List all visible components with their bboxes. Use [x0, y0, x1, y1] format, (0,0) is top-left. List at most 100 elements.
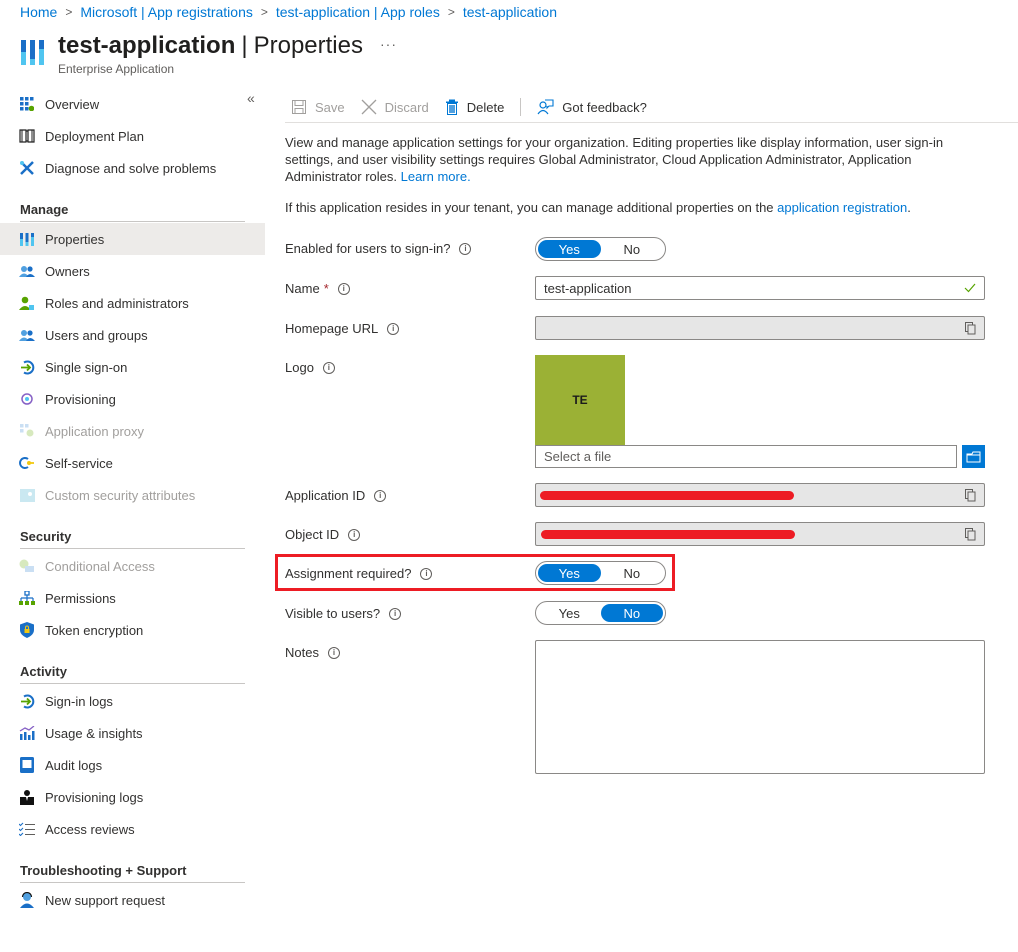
object-id-field[interactable] [535, 522, 985, 546]
sidebar-item-overview[interactable]: Overview [0, 88, 265, 120]
info-icon[interactable]: i [337, 282, 350, 295]
breadcrumb-app[interactable]: test-application [463, 4, 557, 20]
breadcrumb-app-roles[interactable]: test-application | App roles [276, 4, 440, 20]
sidebar-item-label: Permissions [45, 590, 116, 606]
sidebar-item-permissions[interactable]: Permissions [0, 582, 265, 614]
app-registration-link[interactable]: application registration [777, 200, 907, 215]
properties-icon [21, 40, 44, 65]
sidebar-item-label: New support request [45, 892, 165, 908]
sidebar-item-label: Properties [45, 231, 105, 247]
feedback-icon [537, 99, 554, 115]
app-proxy-icon [19, 423, 35, 439]
discard-button[interactable]: Discard [361, 99, 429, 115]
info-icon[interactable]: i [327, 646, 340, 659]
info-icon[interactable]: i [389, 607, 402, 620]
sidebar-item-application-proxy: Application proxy [0, 415, 265, 447]
learn-more-link[interactable]: Learn more. [401, 169, 471, 184]
name-field[interactable]: test-application [535, 276, 985, 300]
sidebar-item-label: Single sign-on [45, 359, 128, 375]
copy-icon[interactable] [965, 321, 976, 335]
sidebar-item-token-encryption[interactable]: Token encryption [0, 614, 265, 646]
sidebar-item-self-service[interactable]: Self-service [0, 447, 265, 479]
copy-icon[interactable] [965, 488, 976, 502]
conditional-access-icon [19, 558, 35, 574]
delete-button[interactable]: Delete [445, 99, 504, 115]
save-icon [291, 99, 307, 115]
sidebar-item-new-support-request[interactable]: New support request [0, 884, 265, 916]
attributes-icon [19, 487, 35, 503]
sidebar-item-deployment-plan[interactable]: Deployment Plan [0, 120, 265, 152]
assignment-yes-option[interactable]: Yes [538, 564, 601, 582]
description-app-registration: If this application resides in your tena… [285, 200, 911, 215]
sidebar-item-label: Diagnose and solve problems [45, 160, 217, 176]
sidebar-item-label: Owners [45, 263, 90, 279]
info-icon[interactable]: i [322, 361, 335, 374]
copy-icon[interactable] [965, 527, 976, 541]
homepage-field[interactable] [535, 316, 985, 340]
notes-field[interactable] [535, 640, 985, 774]
breadcrumb: Home > Microsoft | App registrations > t… [20, 4, 557, 20]
sidebar-item-access-reviews[interactable]: Access reviews [0, 813, 265, 845]
assignment-toggle[interactable]: Yes No [535, 561, 666, 585]
users-icon [19, 327, 35, 343]
assignment-label: Assignment required? i [285, 566, 433, 581]
sidebar-item-label: Token encryption [45, 622, 144, 638]
app-id-field[interactable] [535, 483, 985, 507]
browse-file-button[interactable] [962, 445, 985, 468]
support-icon [19, 892, 35, 908]
sidebar-item-label: Custom security attributes [45, 487, 196, 503]
sidebar-item-label: Application proxy [45, 423, 144, 439]
shield-icon [19, 622, 35, 638]
enabled-toggle[interactable]: Yes No [535, 237, 666, 261]
sidebar-item-owners[interactable]: Owners [0, 255, 265, 287]
self-service-icon [19, 455, 35, 471]
info-icon[interactable]: i [459, 242, 472, 255]
sign-in-icon [19, 693, 35, 709]
sidebar-item-label: Conditional Access [45, 558, 155, 574]
info-icon[interactable]: i [387, 322, 400, 335]
enabled-no-option[interactable]: No [601, 240, 664, 258]
save-button[interactable]: Save [291, 99, 345, 115]
folder-icon [966, 451, 981, 462]
logo-label: Logo i [285, 360, 335, 375]
enabled-yes-option[interactable]: Yes [538, 240, 601, 258]
sidebar-item-roles-and-administrators[interactable]: Roles and administrators [0, 287, 265, 319]
visible-toggle[interactable]: Yes No [535, 601, 666, 625]
logo-file-input[interactable]: Select a file [535, 445, 957, 468]
breadcrumb-app-registrations[interactable]: Microsoft | App registrations [80, 4, 252, 20]
visible-label: Visible to users? i [285, 606, 402, 621]
sidebar-item-label: Provisioning logs [45, 789, 144, 805]
sidebar-item-sign-in-logs[interactable]: Sign-in logs [0, 685, 265, 717]
sidebar-item-users-and-groups[interactable]: Users and groups [0, 319, 265, 351]
info-icon[interactable]: i [420, 567, 433, 580]
section-heading: Security [20, 529, 72, 544]
visible-yes-option[interactable]: Yes [538, 604, 601, 622]
info-icon[interactable]: i [374, 489, 387, 502]
sidebar-item-single-sign-on[interactable]: Single sign-on [0, 351, 265, 383]
more-options-button[interactable]: ··· [380, 36, 397, 52]
chevron-right-icon: > [447, 5, 455, 19]
section-divider [20, 683, 245, 684]
page-subtitle: Enterprise Application [58, 62, 175, 76]
assignment-no-option[interactable]: No [601, 564, 664, 582]
sign-in-icon [19, 359, 35, 375]
visible-no-option[interactable]: No [600, 604, 663, 622]
info-icon[interactable]: i [348, 528, 361, 541]
sidebar-item-usage-insights[interactable]: Usage & insights [0, 717, 265, 749]
chevron-right-icon: > [65, 5, 73, 19]
logo-preview: TE [535, 355, 625, 445]
breadcrumb-home[interactable]: Home [20, 4, 57, 20]
name-label: Name * i [285, 281, 350, 296]
permissions-icon [19, 590, 35, 606]
book-icon [19, 128, 35, 144]
feedback-button[interactable]: Got feedback? [537, 99, 647, 115]
role-icon [19, 295, 35, 311]
sidebar-item-diagnose-and-solve-problems[interactable]: Diagnose and solve problems [0, 152, 265, 184]
sidebar-item-properties[interactable]: Properties [0, 223, 265, 255]
sidebar-item-provisioning[interactable]: Provisioning [0, 383, 265, 415]
audit-log-icon [19, 757, 35, 773]
page-header: test-application | Properties Enterprise A… [20, 31, 363, 76]
sidebar-item-audit-logs[interactable]: Audit logs [0, 749, 265, 781]
sidebar-item-provisioning-logs[interactable]: Provisioning logs [0, 781, 265, 813]
close-icon [361, 99, 377, 115]
